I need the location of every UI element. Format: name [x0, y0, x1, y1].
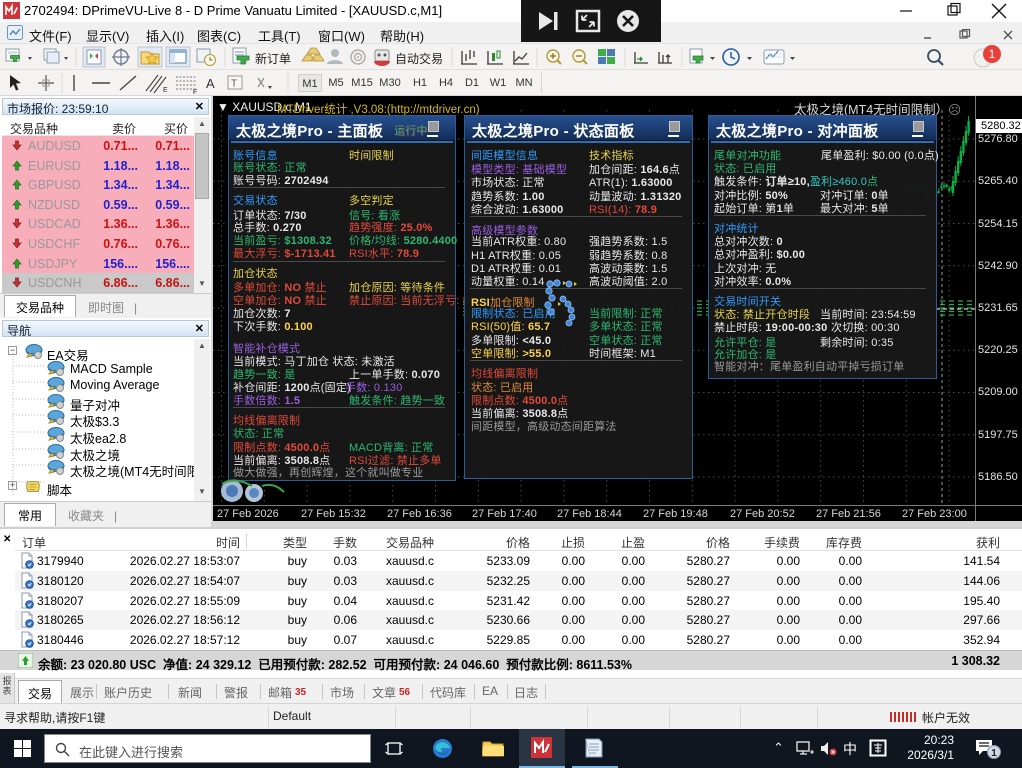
svg-text:1: 1	[991, 748, 997, 759]
svg-text:F: F	[193, 89, 197, 96]
svg-text:E: E	[163, 87, 168, 94]
svg-text:A: A	[206, 76, 215, 91]
svg-text:1: 1	[989, 47, 996, 61]
svg-text:T: T	[231, 79, 237, 90]
